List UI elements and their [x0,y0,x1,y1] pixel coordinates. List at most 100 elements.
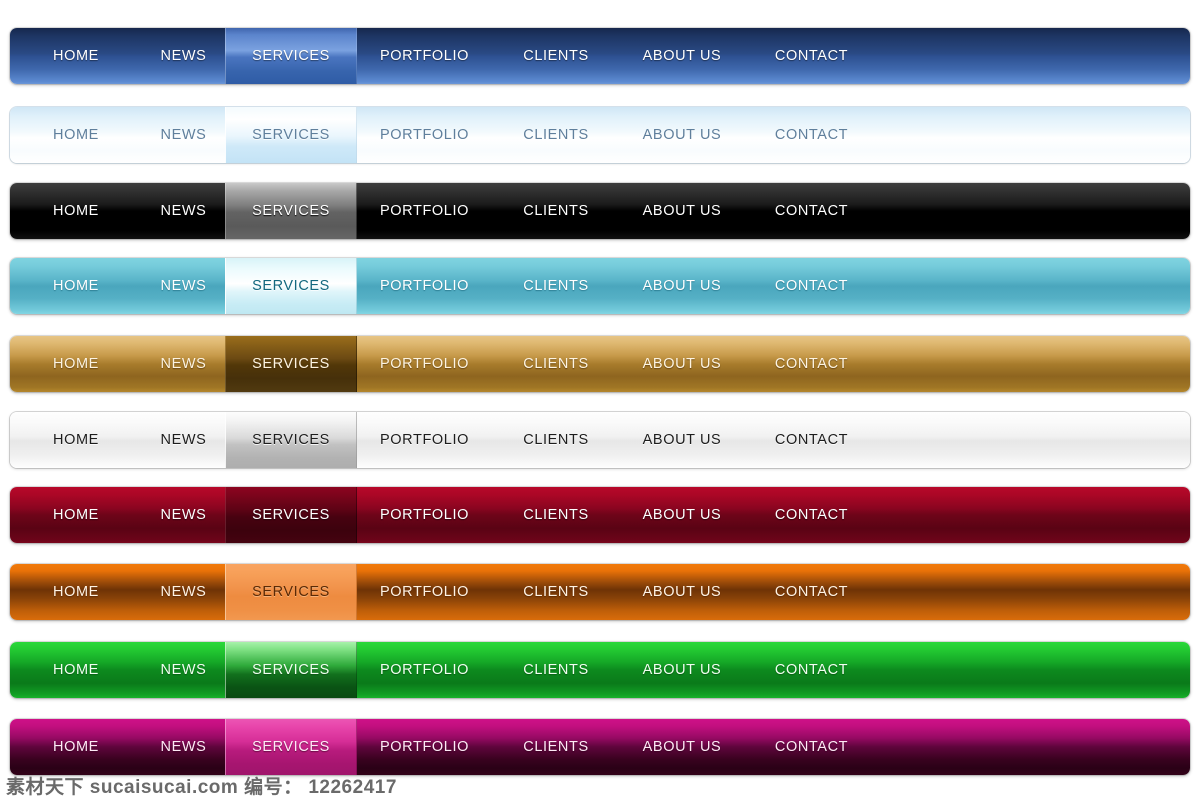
nav-item-portfolio[interactable]: PORTFOLIO [357,642,492,698]
navbar-black[interactable]: HOME NEWS SERVICES PORTFOLIO CLIENTS ABO… [10,183,1190,239]
nav-item-news[interactable]: NEWS [142,412,225,468]
nav-item-label: CLIENTS [523,507,589,523]
nav-item-home[interactable]: HOME [10,28,142,84]
nav-item-news[interactable]: NEWS [142,336,225,392]
nav-item-services[interactable]: SERVICES [225,564,357,620]
nav-item-news[interactable]: NEWS [142,183,225,239]
nav-item-contact[interactable]: CONTACT [744,107,879,163]
nav-item-about-us[interactable]: ABOUT US [620,28,744,84]
navbar-orange[interactable]: HOME NEWS SERVICES PORTFOLIO CLIENTS ABO… [10,564,1190,620]
nav-item-news[interactable]: NEWS [142,107,225,163]
nav-item-contact[interactable]: CONTACT [744,487,879,543]
navbar-red[interactable]: HOME NEWS SERVICES PORTFOLIO CLIENTS ABO… [10,487,1190,543]
nav-item-label: CLIENTS [523,662,589,678]
nav-item-portfolio[interactable]: PORTFOLIO [357,719,492,775]
nav-item-label: HOME [53,203,99,219]
nav-item-clients[interactable]: CLIENTS [492,336,620,392]
nav-item-label: PORTFOLIO [380,127,469,143]
nav-item-contact[interactable]: CONTACT [744,412,879,468]
nav-item-portfolio[interactable]: PORTFOLIO [357,336,492,392]
nav-item-about-us[interactable]: ABOUT US [620,719,744,775]
nav-item-services[interactable]: SERVICES [225,487,357,543]
nav-item-label: HOME [53,739,99,755]
nav-item-about-us[interactable]: ABOUT US [620,336,744,392]
nav-item-news[interactable]: NEWS [142,28,225,84]
nav-item-home[interactable]: HOME [10,258,142,314]
nav-item-home[interactable]: HOME [10,719,142,775]
nav-item-home[interactable]: HOME [10,336,142,392]
nav-item-label: CONTACT [774,48,849,64]
navbar-blue[interactable]: HOME NEWS SERVICES PORTFOLIO CLIENTS ABO… [10,28,1190,84]
nav-item-contact[interactable]: CONTACT [744,183,879,239]
nav-item-services[interactable]: SERVICES [225,183,357,239]
nav-item-portfolio[interactable]: PORTFOLIO [357,564,492,620]
nav-item-home[interactable]: HOME [10,564,142,620]
nav-item-about-us[interactable]: ABOUT US [620,564,744,620]
nav-item-contact[interactable]: CONTACT [744,564,879,620]
nav-item-clients[interactable]: CLIENTS [492,642,620,698]
nav-item-list: HOME NEWS SERVICES PORTFOLIO CLIENTS ABO… [10,564,1190,620]
nav-item-about-us[interactable]: ABOUT US [620,258,744,314]
nav-item-news[interactable]: NEWS [142,719,225,775]
navbar-ice-blue[interactable]: HOME NEWS SERVICES PORTFOLIO CLIENTS ABO… [10,107,1190,163]
nav-item-label: HOME [53,662,99,678]
nav-item-clients[interactable]: CLIENTS [492,258,620,314]
nav-item-clients[interactable]: CLIENTS [492,107,620,163]
nav-item-label: PORTFOLIO [380,432,469,448]
navbar-gold-brown[interactable]: HOME NEWS SERVICES PORTFOLIO CLIENTS ABO… [10,336,1190,392]
nav-item-home[interactable]: HOME [10,412,142,468]
nav-item-clients[interactable]: CLIENTS [492,412,620,468]
nav-item-label: CLIENTS [523,356,589,372]
navigation-bar-template-sheet: HOME NEWS SERVICES PORTFOLIO CLIENTS ABO… [0,0,1200,805]
nav-item-clients[interactable]: CLIENTS [492,564,620,620]
nav-item-about-us[interactable]: ABOUT US [620,183,744,239]
nav-item-portfolio[interactable]: PORTFOLIO [357,183,492,239]
nav-item-services[interactable]: SERVICES [225,336,357,392]
nav-item-label: NEWS [160,507,207,523]
navbar-green[interactable]: HOME NEWS SERVICES PORTFOLIO CLIENTS ABO… [10,642,1190,698]
nav-item-news[interactable]: NEWS [142,642,225,698]
nav-item-services[interactable]: SERVICES [225,258,357,314]
nav-item-home[interactable]: HOME [10,642,142,698]
nav-item-about-us[interactable]: ABOUT US [620,642,744,698]
nav-item-portfolio[interactable]: PORTFOLIO [357,28,492,84]
nav-item-services[interactable]: SERVICES [225,642,357,698]
nav-item-services[interactable]: SERVICES [225,412,357,468]
nav-item-portfolio[interactable]: PORTFOLIO [357,487,492,543]
nav-item-contact[interactable]: CONTACT [744,258,879,314]
nav-item-about-us[interactable]: ABOUT US [620,107,744,163]
nav-item-portfolio[interactable]: PORTFOLIO [357,107,492,163]
nav-item-clients[interactable]: CLIENTS [492,28,620,84]
nav-item-label: ABOUT US [642,662,722,678]
nav-item-about-us[interactable]: ABOUT US [620,412,744,468]
nav-item-label: CONTACT [774,127,849,143]
nav-item-news[interactable]: NEWS [142,487,225,543]
nav-item-news[interactable]: NEWS [142,564,225,620]
nav-item-services[interactable]: SERVICES [225,28,357,84]
nav-item-list: HOME NEWS SERVICES PORTFOLIO CLIENTS ABO… [10,336,1190,392]
nav-item-contact[interactable]: CONTACT [744,28,879,84]
nav-item-home[interactable]: HOME [10,487,142,543]
nav-item-contact[interactable]: CONTACT [744,642,879,698]
navbar-magenta[interactable]: HOME NEWS SERVICES PORTFOLIO CLIENTS ABO… [10,719,1190,775]
nav-item-services[interactable]: SERVICES [225,719,357,775]
nav-item-services[interactable]: SERVICES [225,107,357,163]
nav-item-clients[interactable]: CLIENTS [492,719,620,775]
nav-item-home[interactable]: HOME [10,107,142,163]
nav-item-label: NEWS [160,278,207,294]
nav-item-contact[interactable]: CONTACT [744,719,879,775]
navbar-silver-white[interactable]: HOME NEWS SERVICES PORTFOLIO CLIENTS ABO… [10,412,1190,468]
nav-item-portfolio[interactable]: PORTFOLIO [357,412,492,468]
nav-item-clients[interactable]: CLIENTS [492,183,620,239]
nav-item-clients[interactable]: CLIENTS [492,487,620,543]
nav-item-news[interactable]: NEWS [142,258,225,314]
nav-item-label: NEWS [160,356,207,372]
nav-item-contact[interactable]: CONTACT [744,336,879,392]
nav-item-label: HOME [53,127,99,143]
nav-item-about-us[interactable]: ABOUT US [620,487,744,543]
nav-item-portfolio[interactable]: PORTFOLIO [357,258,492,314]
navbar-cyan[interactable]: HOME NEWS SERVICES PORTFOLIO CLIENTS ABO… [10,258,1190,314]
nav-item-label: CONTACT [774,507,849,523]
nav-item-home[interactable]: HOME [10,183,142,239]
nav-item-label: CLIENTS [523,203,589,219]
